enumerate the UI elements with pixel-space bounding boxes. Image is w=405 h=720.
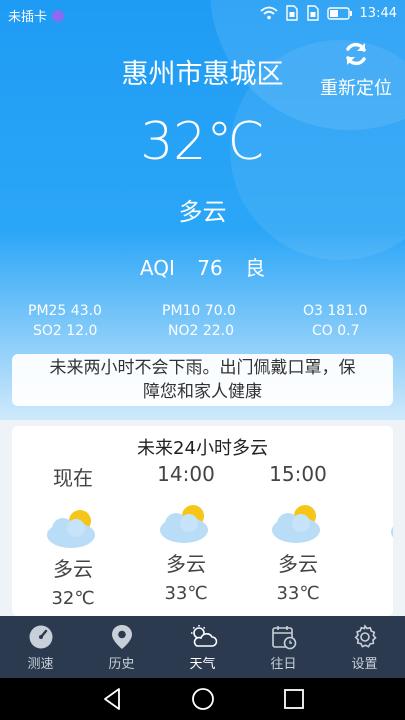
relocate-label: 重新定位 xyxy=(320,78,392,99)
speedometer-icon xyxy=(29,625,52,649)
hour-temperature: 33℃ xyxy=(276,583,320,604)
hourly-item: 现在 多云 32℃ xyxy=(23,462,123,609)
hour-temperature: 32℃ xyxy=(51,588,95,609)
weather-cloud-icon xyxy=(190,625,217,647)
hour-condition: 多云 xyxy=(278,552,318,576)
advice-banner: 未来两小时不会下雨。出门佩戴口罩，保 障您和家人健康 xyxy=(12,354,393,406)
tab-history[interactable]: 历史 xyxy=(81,616,162,678)
tab-label: 测速 xyxy=(27,657,54,672)
current-temperature: 32℃ xyxy=(140,112,265,172)
home-icon[interactable] xyxy=(190,686,216,712)
hourly-forecast-card[interactable]: 未来24小时多云 现在 多云 32℃ 14:00 多云 33℃ 15:00 多云… xyxy=(12,426,393,616)
current-condition: 多云 xyxy=(178,198,227,226)
advice-line: 未来两小时不会下雨。出门佩戴口罩，保 xyxy=(49,358,356,378)
tab-label: 往日 xyxy=(270,657,297,672)
aqi-summary: AQI 76 良 xyxy=(0,252,405,281)
sim-card-icon xyxy=(285,5,298,21)
aqi-level: 良 xyxy=(245,256,266,280)
app-notification-icon xyxy=(52,9,65,22)
relocate-button[interactable]: 重新定位 xyxy=(313,40,399,100)
battery-icon xyxy=(326,6,352,20)
calendar-clock-icon xyxy=(271,626,296,650)
pollutant-no2: NO2 22.0 xyxy=(168,323,235,339)
gear-icon xyxy=(354,624,377,648)
hour-condition: 多云 xyxy=(166,552,206,576)
pollutant-o3: O3 181.0 xyxy=(303,303,368,319)
hour-time: 14:00 xyxy=(157,462,215,486)
partly-cloudy-icon xyxy=(47,510,95,548)
pollutant-pm10: PM10 70.0 xyxy=(162,303,236,319)
hourly-item-partial xyxy=(352,462,393,548)
partly-cloudy-icon xyxy=(160,505,208,543)
recents-icon[interactable] xyxy=(282,686,306,712)
aqi-label: AQI xyxy=(139,256,175,280)
partly-cloudy-icon xyxy=(391,526,393,538)
tab-settings[interactable]: 设置 xyxy=(324,616,405,678)
tab-label: 历史 xyxy=(108,657,135,672)
hourly-item: 15:00 多云 33℃ xyxy=(248,462,348,604)
tab-past-days[interactable]: 往日 xyxy=(243,616,324,678)
hour-condition: 多云 xyxy=(53,557,93,581)
system-nav-bar xyxy=(0,678,405,720)
weather-hero: 未插卡 13:44 惠州市惠城区 重新定位 32℃ 多云 AQI 76 良 PM… xyxy=(0,0,405,420)
location-pin-icon xyxy=(111,625,132,649)
forecast-title: 未来24小时多云 xyxy=(137,438,268,459)
clock-text: 13:44 xyxy=(359,5,397,21)
bottom-tab-bar: 测速 历史 天气 往日 设置 xyxy=(0,616,405,678)
hourly-item: 14:00 多云 33℃ xyxy=(136,462,236,604)
hour-time: 15:00 xyxy=(269,462,327,486)
status-bar: 未插卡 13:44 xyxy=(0,0,405,30)
pollutant-pm25: PM25 43.0 xyxy=(28,303,102,319)
hour-time: 现在 xyxy=(53,466,93,490)
pollutant-co: CO 0.7 xyxy=(312,323,360,339)
sim-card-icon xyxy=(306,5,319,21)
pollutant-so2: SO2 12.0 xyxy=(33,323,98,339)
tab-speed[interactable]: 测速 xyxy=(0,616,81,678)
aqi-value: 76 xyxy=(197,256,223,280)
tab-label: 天气 xyxy=(189,657,216,672)
wifi-icon xyxy=(259,6,278,20)
back-icon[interactable] xyxy=(100,686,124,712)
refresh-icon xyxy=(346,42,366,66)
tab-label: 设置 xyxy=(351,657,378,672)
advice-line: 障您和家人健康 xyxy=(143,382,262,402)
hour-temperature: 33℃ xyxy=(164,583,208,604)
tab-weather[interactable]: 天气 xyxy=(162,616,243,678)
partly-cloudy-icon xyxy=(272,505,320,543)
carrier-text: 未插卡 xyxy=(8,10,48,25)
